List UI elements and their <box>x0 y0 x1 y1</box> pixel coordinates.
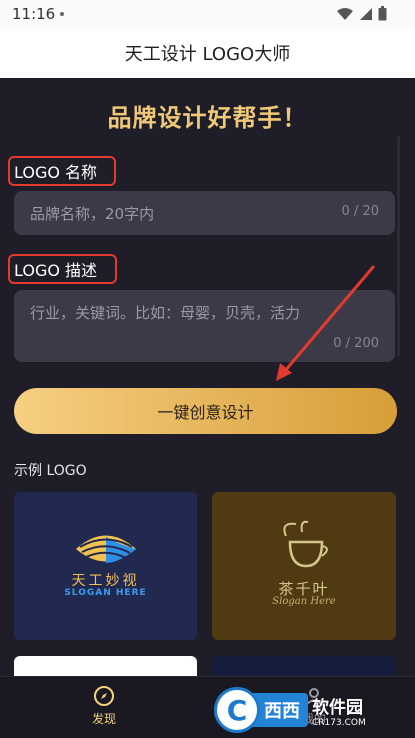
nav-item-discover[interactable]: 发现 <box>64 685 144 727</box>
notification-dot-icon <box>60 12 64 16</box>
site-watermark: C 西西 软件园 CR173.COM <box>214 687 396 733</box>
battery-icon <box>378 6 387 21</box>
logo-name-label-text: LOGO 名称 <box>14 163 98 182</box>
watermark-text: 软件园 <box>312 697 363 718</box>
app-title: 天工设计 LOGO大师 <box>124 44 291 65</box>
form-scrollbar[interactable] <box>397 136 400 356</box>
app-bar: 天工设计 LOGO大师 <box>0 28 415 78</box>
example-logo-card[interactable] <box>212 656 396 676</box>
nav-item-label: 发现 <box>91 712 116 726</box>
wifi-icon <box>337 7 353 20</box>
watermark-logo: C <box>214 687 260 733</box>
logo-desc-label: LOGO 描述 <box>8 254 117 284</box>
status-icons <box>336 6 387 21</box>
eye-logo-icon <box>76 535 136 563</box>
example-logo-slogan: SLOGAN HERE <box>64 588 147 598</box>
logo-name-input[interactable]: 品牌名称，20字内 0 / 20 <box>14 191 395 235</box>
create-design-button-label: 一键创意设计 <box>157 403 254 422</box>
create-design-button[interactable]: 一键创意设计 <box>14 388 397 434</box>
example-logo-slogan: Slogan Here <box>272 596 336 607</box>
status-time: 11:16 <box>12 5 56 23</box>
logo-desc-placeholder: 行业，关键词。比如：母婴，贝壳，活力 <box>30 304 301 322</box>
status-bar: 11:16 <box>0 0 415 28</box>
watermark-brand: 西西 <box>252 693 308 727</box>
tea-cup-icon <box>283 520 328 568</box>
logo-desc-label-text: LOGO 描述 <box>14 261 98 280</box>
logo-desc-counter: 0 / 200 <box>333 336 379 351</box>
compass-icon <box>94 686 114 706</box>
signal-icon <box>360 7 372 20</box>
logo-desc-textarea[interactable]: 行业，关键词。比如：母婴，贝壳，活力 0 / 200 <box>14 290 395 362</box>
example-logo-card[interactable]: 天工妙视 SLOGAN HERE <box>14 492 197 640</box>
hero-headline: 品牌设计好帮手！ <box>107 104 308 132</box>
example-logo-card[interactable]: 茶千叶 Slogan Here <box>212 492 396 640</box>
logo-name-label: LOGO 名称 <box>8 156 116 186</box>
example-logo-name: 天工妙视 <box>71 573 140 589</box>
logo-name-counter: 0 / 20 <box>341 204 379 219</box>
example-logo-card[interactable] <box>14 656 197 676</box>
main-content[interactable]: 品牌设计好帮手！ LOGO 名称 品牌名称，20字内 0 / 20 LOGO 描… <box>0 78 415 676</box>
logo-name-placeholder: 品牌名称，20字内 <box>30 205 155 223</box>
examples-title: 示例 LOGO <box>14 463 87 479</box>
watermark-url: CR173.COM <box>312 717 366 728</box>
